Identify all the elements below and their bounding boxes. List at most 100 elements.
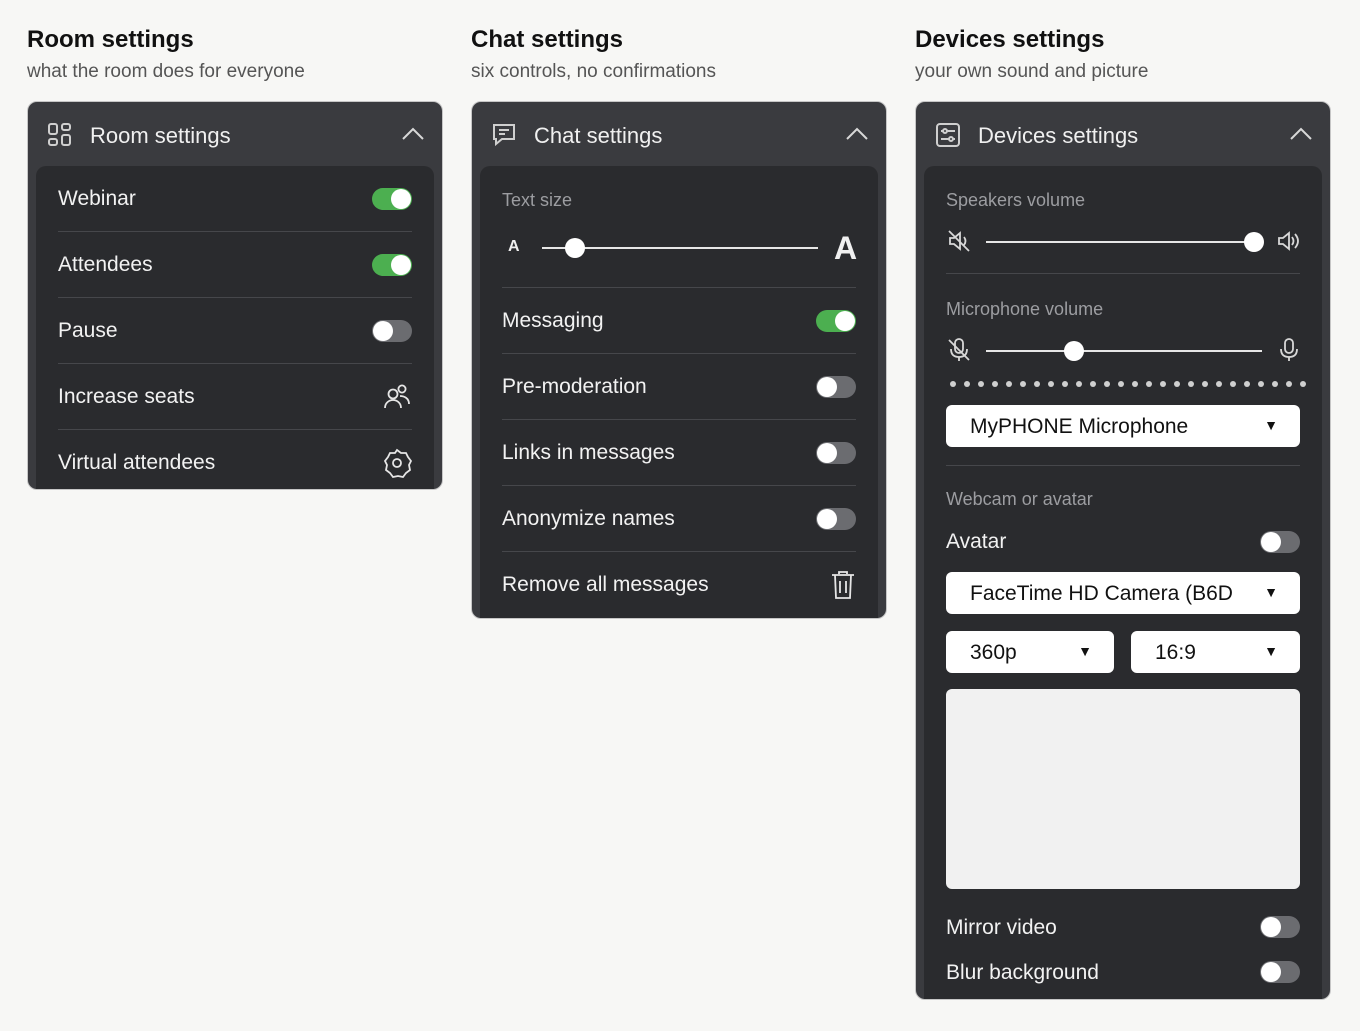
room-row-increase-seats[interactable]: Increase seats xyxy=(58,364,412,430)
resolution-value: 360p xyxy=(970,641,1017,664)
aspect-ratio-value: 16:9 xyxy=(1155,641,1196,664)
pause-toggle[interactable] xyxy=(372,319,412,342)
gear-badge-icon[interactable] xyxy=(382,448,412,478)
devices-panel-header[interactable]: Devices settings xyxy=(916,102,1330,166)
webcam-label: Webcam or avatar xyxy=(946,489,1093,509)
level-dot xyxy=(1020,381,1026,387)
chat-row-label: Pre-moderation xyxy=(502,374,647,398)
text-size-slider-thumb[interactable] xyxy=(565,238,586,258)
grid-icon xyxy=(48,123,71,146)
level-dot xyxy=(1048,381,1054,387)
avatar-toggle[interactable] xyxy=(1260,531,1300,553)
level-dot xyxy=(1174,381,1180,387)
microphone-device-select[interactable]: MyPHONE Microphone ▼ xyxy=(946,405,1300,447)
microphone-volume-thumb[interactable] xyxy=(1064,341,1085,361)
chevron-up-icon[interactable] xyxy=(400,124,426,144)
chevron-up-icon[interactable] xyxy=(844,124,870,144)
level-dot xyxy=(964,381,970,387)
microphone-device-value: MyPHONE Microphone xyxy=(970,415,1189,438)
camera-value: FaceTime HD Camera (B6D xyxy=(970,582,1233,605)
text-size-label: Text size xyxy=(502,190,573,210)
sliders-icon xyxy=(936,123,960,147)
microphone-input-level-meter xyxy=(946,380,1306,388)
level-dot xyxy=(1118,381,1124,387)
level-dot xyxy=(1230,381,1236,387)
devices-panel-body: Speakers volume Microphone volume MyPHON… xyxy=(924,166,1322,999)
level-dot xyxy=(1202,381,1208,387)
microphone-muted-icon[interactable] xyxy=(946,337,972,363)
dropdown-arrow-icon: ▼ xyxy=(1264,643,1278,659)
chat-row-anonymize: Anonymize names xyxy=(502,486,856,552)
chat-row-label: Links in messages xyxy=(502,440,675,464)
anonymize-toggle[interactable] xyxy=(816,507,856,530)
level-dot xyxy=(1160,381,1166,387)
level-dot xyxy=(1076,381,1082,387)
pre-moderation-toggle[interactable] xyxy=(816,375,856,398)
resolution-select[interactable]: 360p ▼ xyxy=(946,631,1114,673)
text-size-large-glyph: A xyxy=(834,230,858,266)
level-dot xyxy=(1104,381,1110,387)
divider xyxy=(946,465,1300,466)
microphone-volume-track[interactable] xyxy=(986,350,1262,352)
room-panel-title: Room settings xyxy=(90,123,231,148)
chat-bubble-icon xyxy=(493,124,515,147)
level-dot xyxy=(978,381,984,387)
chat-panel-title: Chat settings xyxy=(534,123,663,148)
mirror-video-toggle[interactable] xyxy=(1260,916,1300,938)
microphone-icon[interactable] xyxy=(1276,337,1302,363)
level-dot xyxy=(1286,381,1292,387)
level-dot xyxy=(1132,381,1138,387)
avatar-label: Avatar xyxy=(946,530,1007,553)
room-section-title: Room settings xyxy=(27,26,194,53)
webinar-toggle[interactable] xyxy=(372,187,412,210)
room-panel-header[interactable]: Room settings xyxy=(28,102,442,166)
chat-section-subtitle: six controls, no confirmations xyxy=(471,61,716,82)
level-dot xyxy=(1272,381,1278,387)
aspect-ratio-select[interactable]: 16:9 ▼ xyxy=(1131,631,1300,673)
chat-panel-body: Text size A A Messaging Pre-moderation L… xyxy=(480,166,878,618)
divider xyxy=(946,273,1300,274)
chat-row-label: Anonymize names xyxy=(502,506,675,530)
room-row-label: Increase seats xyxy=(58,384,195,408)
room-row-attendees: Attendees xyxy=(58,232,412,298)
text-size-small-glyph: A xyxy=(508,238,520,255)
room-row-pause: Pause xyxy=(58,298,412,364)
attendees-toggle[interactable] xyxy=(372,253,412,276)
speaker-muted-icon[interactable] xyxy=(946,228,972,254)
chat-row-label: Remove all messages xyxy=(502,573,709,596)
blur-background-toggle[interactable] xyxy=(1260,961,1300,983)
room-row-label: Pause xyxy=(58,318,118,342)
blur-background-label: Blur background xyxy=(946,961,1099,984)
messaging-toggle[interactable] xyxy=(816,309,856,332)
links-toggle[interactable] xyxy=(816,441,856,464)
devices-section-subtitle: your own sound and picture xyxy=(915,61,1149,82)
chat-row-remove-all[interactable]: Remove all messages xyxy=(502,552,856,618)
speaker-loud-icon[interactable] xyxy=(1276,228,1302,254)
level-dot xyxy=(1034,381,1040,387)
level-dot xyxy=(1006,381,1012,387)
microphone-volume-label: Microphone volume xyxy=(946,299,1104,319)
room-row-virtual-attendees[interactable]: Virtual attendees xyxy=(58,430,412,489)
camera-select[interactable]: FaceTime HD Camera (B6D ▼ xyxy=(946,572,1300,614)
room-row-webinar: Webinar xyxy=(58,166,412,232)
chat-row-label: Messaging xyxy=(502,308,604,332)
level-dot xyxy=(1258,381,1264,387)
level-dot xyxy=(1188,381,1194,387)
level-dot xyxy=(1300,381,1306,387)
chat-row-pre-moderation: Pre-moderation xyxy=(502,354,856,420)
room-section-subtitle: what the room does for everyone xyxy=(27,61,305,82)
people-icon[interactable] xyxy=(382,382,412,412)
speakers-volume-thumb[interactable] xyxy=(1244,232,1264,252)
dropdown-arrow-icon: ▼ xyxy=(1078,643,1092,659)
devices-panel-title: Devices settings xyxy=(978,123,1139,148)
level-dot xyxy=(1216,381,1222,387)
speakers-volume-track[interactable] xyxy=(986,241,1254,243)
chevron-up-icon[interactable] xyxy=(1288,124,1314,144)
dropdown-arrow-icon: ▼ xyxy=(1264,417,1278,433)
trash-icon[interactable] xyxy=(830,570,856,600)
level-dot xyxy=(992,381,998,387)
room-row-label: Webinar xyxy=(58,186,136,210)
chat-panel-header[interactable]: Chat settings xyxy=(472,102,886,166)
mirror-video-label: Mirror video xyxy=(946,916,1057,939)
chat-row-messaging: Messaging xyxy=(502,288,856,354)
